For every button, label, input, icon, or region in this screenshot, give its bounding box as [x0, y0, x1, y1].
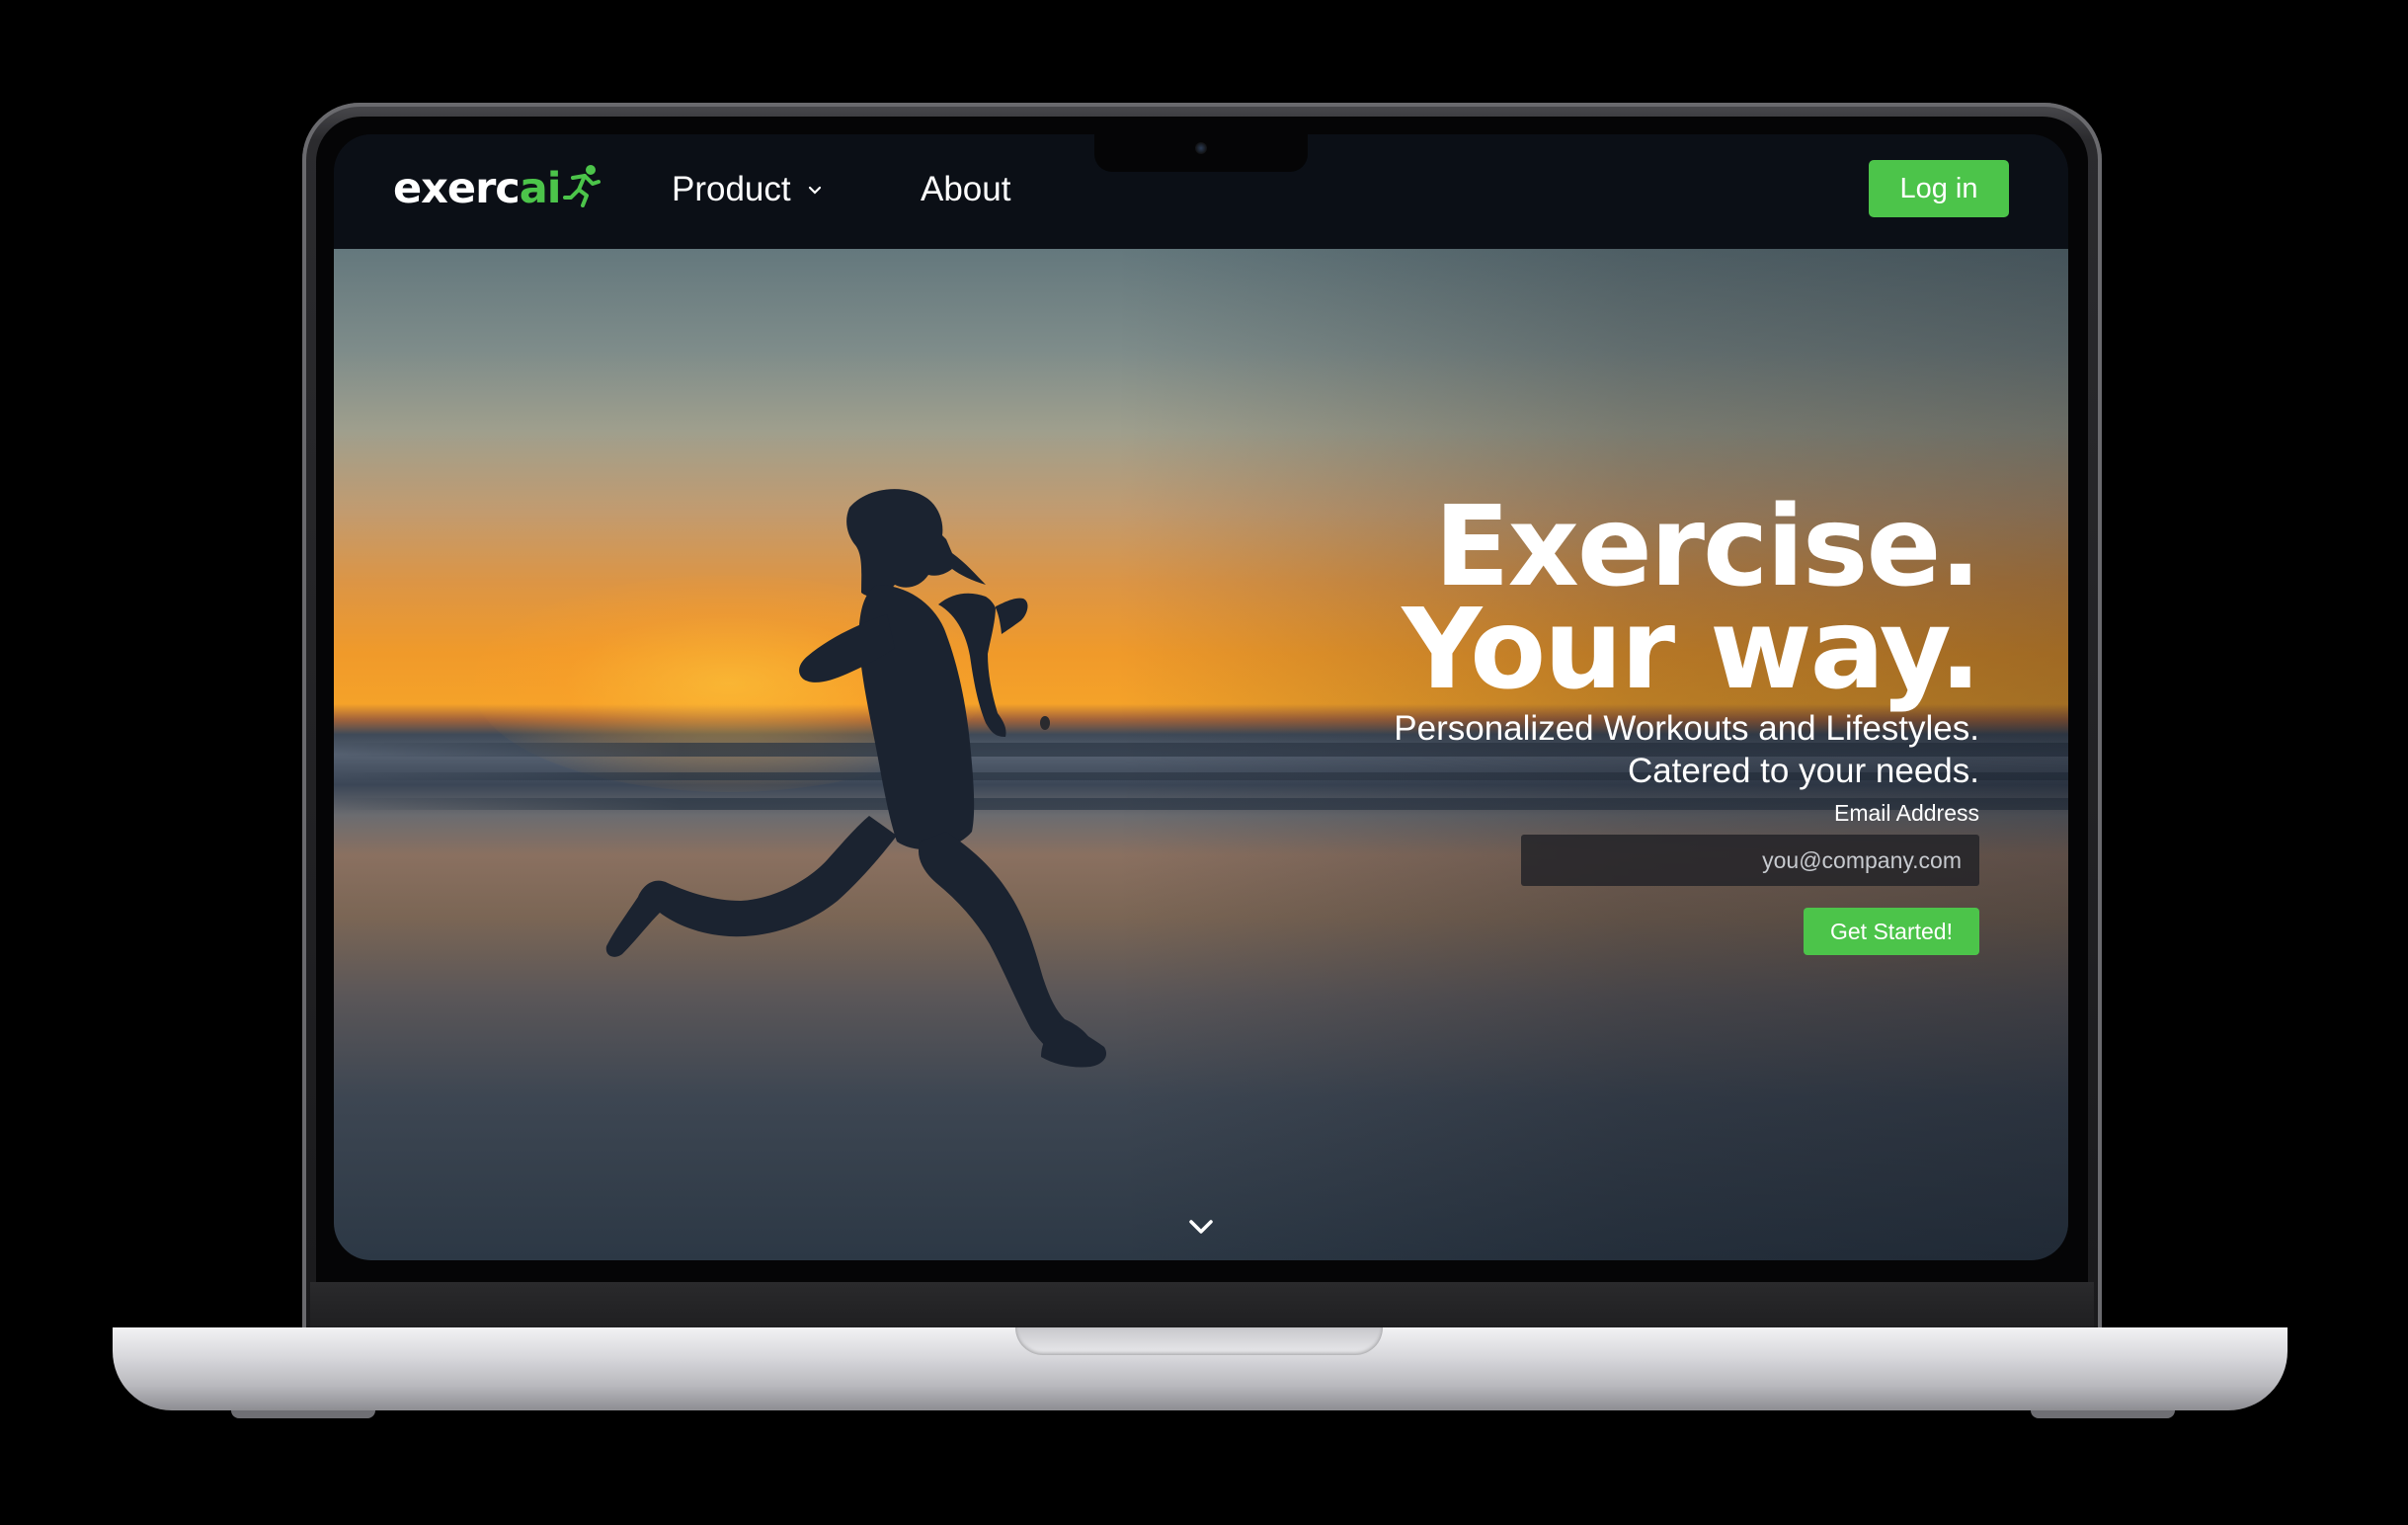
- logo-text-accent: ai: [519, 164, 562, 213]
- hero-headline-line1: Exercise.: [1434, 483, 1981, 611]
- trackpad-notch: [1015, 1327, 1383, 1355]
- chevron-down-icon: [807, 180, 823, 202]
- get-started-button[interactable]: Get Started!: [1804, 908, 1979, 955]
- hero-text-block: Exercise. Your way. Personalized Workout…: [1394, 483, 1981, 955]
- laptop-base: [113, 1327, 2288, 1410]
- login-button[interactable]: Log in: [1869, 160, 2009, 217]
- laptop-foot: [2031, 1410, 2175, 1418]
- hero-section: Exercise. Your way. Personalized Workout…: [334, 249, 2068, 1260]
- nav-about-label: About: [921, 170, 1011, 208]
- email-label: Email Address: [1833, 800, 1979, 826]
- hero-subline-line1: Personalized Workouts and Lifestyles.: [1394, 709, 1979, 748]
- camera-icon: [1195, 142, 1207, 154]
- browser-screen: exerc ai Product About Log in Exercise. …: [334, 134, 2068, 1260]
- logo-text-main: exerc: [393, 164, 521, 213]
- email-input[interactable]: [1521, 835, 1979, 886]
- hero-headline-line2: Your way.: [1402, 586, 1981, 714]
- brand-logo[interactable]: exerc ai: [393, 164, 602, 213]
- hero-subline-line2: Catered to your needs.: [1627, 752, 1979, 790]
- camera-notch: [1094, 134, 1308, 172]
- chevron-down-icon[interactable]: [1187, 1217, 1215, 1237]
- device-mockup: exerc ai Product About Log in Exercise. …: [0, 0, 2408, 1525]
- nav-about[interactable]: About: [921, 170, 1010, 209]
- bezel-bottom: [310, 1282, 2094, 1331]
- laptop-foot: [231, 1410, 375, 1418]
- running-person-icon: [562, 165, 601, 207]
- nav-product-label: Product: [672, 170, 791, 208]
- nav-product[interactable]: Product: [672, 170, 823, 209]
